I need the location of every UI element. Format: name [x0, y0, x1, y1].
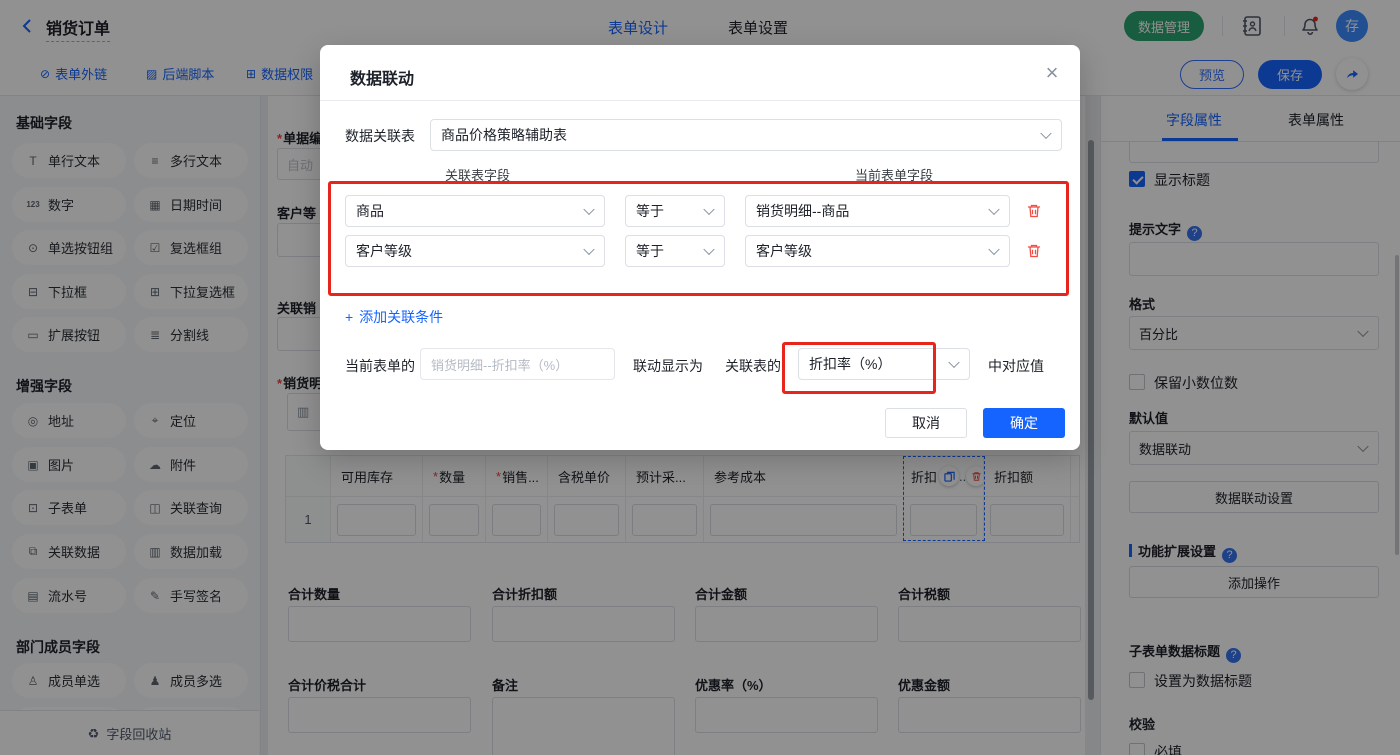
- modal-title: 数据联动: [350, 71, 415, 88]
- chevron-down-icon: [948, 356, 960, 369]
- app-root: 销货订单 表单设计 表单设置 数据管理 存 ⊘ 表单外链 ▨ 后端脚本 ⊞ 数据权限 …: [0, 0, 1400, 755]
- condition-left-select[interactable]: 商品: [345, 195, 605, 227]
- sentence-prefix: 当前表单的: [345, 358, 415, 374]
- chevron-down-icon: [583, 203, 595, 216]
- modal-header-divider: [320, 100, 1080, 101]
- sentence-suffix: 中对应值: [988, 358, 1044, 374]
- condition-right-select[interactable]: 销货明细--商品: [745, 195, 1010, 227]
- relation-table-label: 数据关联表: [345, 128, 415, 144]
- condition-op-select[interactable]: 等于: [625, 235, 725, 267]
- column-header-left: 关联表字段: [445, 168, 511, 183]
- relation-table-select[interactable]: 商品价格策略辅助表: [430, 119, 1062, 151]
- add-condition-link[interactable]: + 添加关联条件: [345, 307, 443, 327]
- plus-icon: +: [345, 309, 354, 325]
- sentence-middle: 联动显示为: [633, 358, 703, 374]
- data-linkage-modal: 数据联动 × 数据关联表 商品价格策略辅助表 关联表字段 当前表单字段 商品 等…: [320, 45, 1080, 450]
- target-field-input-disabled: 销货明细--折扣率（%）: [420, 348, 615, 380]
- chevron-down-icon: [703, 203, 715, 216]
- chevron-down-icon: [988, 203, 1000, 216]
- chevron-down-icon: [703, 243, 715, 256]
- chevron-down-icon: [988, 243, 1000, 256]
- close-icon[interactable]: ×: [1038, 59, 1066, 87]
- condition-op-select[interactable]: 等于: [625, 195, 725, 227]
- chevron-down-icon: [1040, 127, 1052, 140]
- cancel-button[interactable]: 取消: [885, 408, 967, 438]
- condition-left-select[interactable]: 客户等级: [345, 235, 605, 267]
- delete-condition-icon[interactable]: [1026, 203, 1042, 219]
- chevron-down-icon: [583, 243, 595, 256]
- confirm-button[interactable]: 确定: [983, 408, 1065, 438]
- delete-condition-icon[interactable]: [1026, 243, 1042, 259]
- source-field-select[interactable]: 折扣率（%）: [798, 348, 970, 380]
- sentence-of: 关联表的: [725, 358, 781, 374]
- condition-right-select[interactable]: 客户等级: [745, 235, 1010, 267]
- column-header-right: 当前表单字段: [855, 168, 934, 183]
